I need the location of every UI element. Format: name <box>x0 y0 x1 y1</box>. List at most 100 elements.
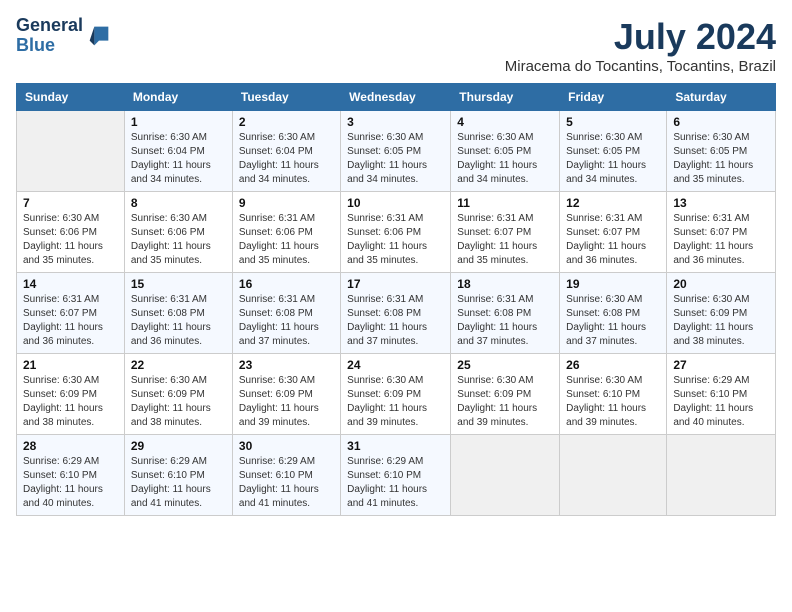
calendar-cell: 2 Sunrise: 6:30 AM Sunset: 6:04 PM Daylig… <box>232 111 340 192</box>
day-info: Sunrise: 6:30 AM Sunset: 6:04 PM Dayligh… <box>239 131 334 187</box>
day-info: Sunrise: 6:30 AM Sunset: 6:09 PM Dayligh… <box>673 293 769 349</box>
day-info: Sunrise: 6:30 AM Sunset: 6:09 PM Dayligh… <box>457 374 553 430</box>
calendar-header-row: SundayMondayTuesdayWednesdayThursdayFrid… <box>17 84 776 111</box>
day-number: 11 <box>457 196 553 210</box>
day-info: Sunrise: 6:30 AM Sunset: 6:09 PM Dayligh… <box>239 374 334 430</box>
day-number: 19 <box>566 277 660 291</box>
day-info: Sunrise: 6:30 AM Sunset: 6:09 PM Dayligh… <box>347 374 444 430</box>
calendar-week-5: 28 Sunrise: 6:29 AM Sunset: 6:10 PM Dayli… <box>17 435 776 516</box>
calendar-week-4: 21 Sunrise: 6:30 AM Sunset: 6:09 PM Dayli… <box>17 354 776 435</box>
day-number: 29 <box>131 439 226 453</box>
day-number: 25 <box>457 358 553 372</box>
calendar-week-1: 1 Sunrise: 6:30 AM Sunset: 6:04 PM Daylig… <box>17 111 776 192</box>
calendar-cell: 16 Sunrise: 6:31 AM Sunset: 6:08 PM Dayli… <box>232 273 340 354</box>
calendar-cell: 6Sunrise: 6:30 AM Sunset: 6:05 PM Daylig… <box>667 111 776 192</box>
column-header-thursday: Thursday <box>451 84 560 111</box>
calendar-cell: 25 Sunrise: 6:30 AM Sunset: 6:09 PM Dayli… <box>451 354 560 435</box>
day-info: Sunrise: 6:31 AM Sunset: 6:07 PM Dayligh… <box>457 212 553 268</box>
column-header-tuesday: Tuesday <box>232 84 340 111</box>
day-info: Sunrise: 6:30 AM Sunset: 6:05 PM Dayligh… <box>566 131 660 187</box>
calendar-cell <box>451 435 560 516</box>
day-info: Sunrise: 6:31 AM Sunset: 6:08 PM Dayligh… <box>457 293 553 349</box>
day-info: Sunrise: 6:31 AM Sunset: 6:06 PM Dayligh… <box>347 212 444 268</box>
header: General Blue July 2024 Miracema do Tocan… <box>16 16 776 75</box>
day-info: Sunrise: 6:31 AM Sunset: 6:08 PM Dayligh… <box>239 293 334 349</box>
day-info: Sunrise: 6:31 AM Sunset: 6:07 PM Dayligh… <box>23 293 118 349</box>
day-info: Sunrise: 6:30 AM Sunset: 6:08 PM Dayligh… <box>566 293 660 349</box>
calendar-cell: 10 Sunrise: 6:31 AM Sunset: 6:06 PM Dayli… <box>341 192 451 273</box>
day-info: Sunrise: 6:30 AM Sunset: 6:04 PM Dayligh… <box>131 131 226 187</box>
calendar-body: 1 Sunrise: 6:30 AM Sunset: 6:04 PM Daylig… <box>17 111 776 516</box>
calendar-cell: 28 Sunrise: 6:29 AM Sunset: 6:10 PM Dayli… <box>17 435 125 516</box>
day-info: Sunrise: 6:30 AM Sunset: 6:10 PM Dayligh… <box>566 374 660 430</box>
column-header-saturday: Saturday <box>667 84 776 111</box>
calendar-cell: 11 Sunrise: 6:31 AM Sunset: 6:07 PM Dayli… <box>451 192 560 273</box>
day-number: 21 <box>23 358 118 372</box>
day-number: 28 <box>23 439 118 453</box>
calendar-cell: 8Sunrise: 6:30 AM Sunset: 6:06 PM Daylig… <box>124 192 232 273</box>
calendar-cell: 23 Sunrise: 6:30 AM Sunset: 6:09 PM Dayli… <box>232 354 340 435</box>
day-number: 12 <box>566 196 660 210</box>
calendar-cell: 18 Sunrise: 6:31 AM Sunset: 6:08 PM Dayli… <box>451 273 560 354</box>
day-number: 4 <box>457 115 553 129</box>
day-number: 9 <box>239 196 334 210</box>
logo-text: General Blue <box>16 16 83 56</box>
logo-icon <box>85 22 113 50</box>
day-info: Sunrise: 6:30 AM Sunset: 6:09 PM Dayligh… <box>131 374 226 430</box>
day-number: 2 <box>239 115 334 129</box>
calendar-cell <box>560 435 667 516</box>
day-info: Sunrise: 6:31 AM Sunset: 6:07 PM Dayligh… <box>566 212 660 268</box>
calendar-cell: 9 Sunrise: 6:31 AM Sunset: 6:06 PM Daylig… <box>232 192 340 273</box>
day-info: Sunrise: 6:29 AM Sunset: 6:10 PM Dayligh… <box>673 374 769 430</box>
calendar-cell: 13Sunrise: 6:31 AM Sunset: 6:07 PM Dayli… <box>667 192 776 273</box>
day-number: 16 <box>239 277 334 291</box>
day-info: Sunrise: 6:31 AM Sunset: 6:07 PM Dayligh… <box>673 212 769 268</box>
calendar-cell: 29 Sunrise: 6:29 AM Sunset: 6:10 PM Dayli… <box>124 435 232 516</box>
day-number: 6 <box>673 115 769 129</box>
day-number: 17 <box>347 277 444 291</box>
calendar-week-2: 7 Sunrise: 6:30 AM Sunset: 6:06 PM Daylig… <box>17 192 776 273</box>
subtitle: Miracema do Tocantins, Tocantins, Brazil <box>505 58 776 75</box>
calendar-cell: 19 Sunrise: 6:30 AM Sunset: 6:08 PM Dayli… <box>560 273 667 354</box>
day-number: 14 <box>23 277 118 291</box>
day-info: Sunrise: 6:31 AM Sunset: 6:06 PM Dayligh… <box>239 212 334 268</box>
calendar-cell: 24 Sunrise: 6:30 AM Sunset: 6:09 PM Dayli… <box>341 354 451 435</box>
calendar-cell: 27 Sunrise: 6:29 AM Sunset: 6:10 PM Dayli… <box>667 354 776 435</box>
day-number: 23 <box>239 358 334 372</box>
day-number: 24 <box>347 358 444 372</box>
calendar-cell: 30Sunrise: 6:29 AM Sunset: 6:10 PM Dayli… <box>232 435 340 516</box>
calendar-cell: 5 Sunrise: 6:30 AM Sunset: 6:05 PM Daylig… <box>560 111 667 192</box>
calendar-cell: 26Sunrise: 6:30 AM Sunset: 6:10 PM Dayli… <box>560 354 667 435</box>
day-number: 27 <box>673 358 769 372</box>
calendar-cell: 4 Sunrise: 6:30 AM Sunset: 6:05 PM Daylig… <box>451 111 560 192</box>
day-number: 15 <box>131 277 226 291</box>
day-info: Sunrise: 6:30 AM Sunset: 6:06 PM Dayligh… <box>23 212 118 268</box>
column-header-wednesday: Wednesday <box>341 84 451 111</box>
day-number: 8 <box>131 196 226 210</box>
day-info: Sunrise: 6:31 AM Sunset: 6:08 PM Dayligh… <box>347 293 444 349</box>
day-number: 10 <box>347 196 444 210</box>
calendar-cell: 21Sunrise: 6:30 AM Sunset: 6:09 PM Dayli… <box>17 354 125 435</box>
calendar-cell: 7 Sunrise: 6:30 AM Sunset: 6:06 PM Daylig… <box>17 192 125 273</box>
calendar-cell: 20 Sunrise: 6:30 AM Sunset: 6:09 PM Dayli… <box>667 273 776 354</box>
day-info: Sunrise: 6:31 AM Sunset: 6:08 PM Dayligh… <box>131 293 226 349</box>
logo: General Blue <box>16 16 113 56</box>
day-number: 5 <box>566 115 660 129</box>
day-number: 1 <box>131 115 226 129</box>
day-info: Sunrise: 6:29 AM Sunset: 6:10 PM Dayligh… <box>23 455 118 511</box>
day-info: Sunrise: 6:29 AM Sunset: 6:10 PM Dayligh… <box>347 455 444 511</box>
column-header-monday: Monday <box>124 84 232 111</box>
day-number: 22 <box>131 358 226 372</box>
day-number: 18 <box>457 277 553 291</box>
day-info: Sunrise: 6:29 AM Sunset: 6:10 PM Dayligh… <box>131 455 226 511</box>
calendar-cell: 1 Sunrise: 6:30 AM Sunset: 6:04 PM Daylig… <box>124 111 232 192</box>
day-number: 20 <box>673 277 769 291</box>
column-header-friday: Friday <box>560 84 667 111</box>
day-info: Sunrise: 6:30 AM Sunset: 6:05 PM Dayligh… <box>457 131 553 187</box>
day-number: 31 <box>347 439 444 453</box>
calendar-cell: 3Sunrise: 6:30 AM Sunset: 6:05 PM Daylig… <box>341 111 451 192</box>
day-number: 7 <box>23 196 118 210</box>
day-number: 3 <box>347 115 444 129</box>
column-header-sunday: Sunday <box>17 84 125 111</box>
calendar-table: SundayMondayTuesdayWednesdayThursdayFrid… <box>16 83 776 516</box>
